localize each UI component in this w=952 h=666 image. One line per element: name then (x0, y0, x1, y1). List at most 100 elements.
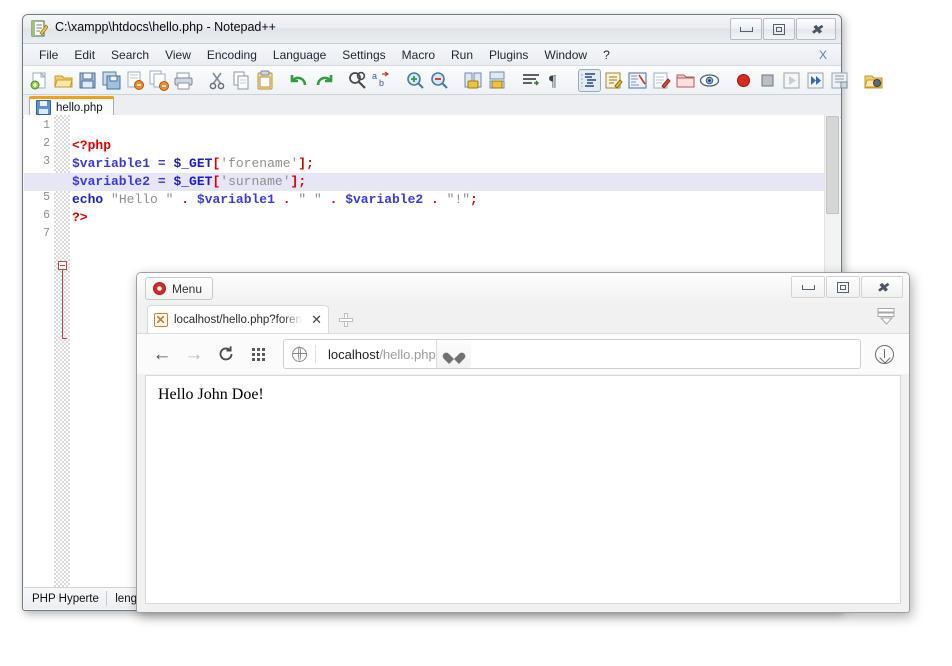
menu-item-help[interactable]: ? (595, 46, 618, 64)
code-line-4: $variable2 = $_GET['surname']; (70, 173, 840, 191)
url-host: localhost (328, 347, 379, 362)
opera-menu-label: Menu (172, 282, 202, 296)
code-token (275, 192, 283, 207)
maximize-icon (773, 24, 785, 35)
menu-item-macro[interactable]: Macro (394, 46, 443, 64)
menu-item-settings[interactable]: Settings (334, 46, 393, 64)
line-number: 3 (24, 155, 50, 168)
menu-item-encoding[interactable]: Encoding (199, 46, 265, 64)
redo-icon[interactable] (313, 70, 334, 91)
code-token: <?php (72, 138, 111, 153)
sync-vertical-scroll-icon[interactable] (463, 70, 484, 91)
notepad-titlebar[interactable]: C:\xampp\htdocs\hello.php - Notepad++ ✖ (23, 15, 841, 44)
close-file-icon[interactable] (125, 70, 146, 91)
save-macro-icon[interactable] (829, 70, 850, 91)
address-bar[interactable]: localhost/hello.php (283, 339, 861, 369)
address-bar-url[interactable]: localhost/hello.php (316, 347, 436, 362)
user-defined-language-icon[interactable] (603, 70, 624, 91)
run-macro-multiple-icon[interactable] (805, 70, 826, 91)
sync-horizontal-scroll-icon[interactable] (487, 70, 508, 91)
tab-close-button[interactable]: ✕ (309, 312, 322, 328)
desktop-background: C:\xampp\htdocs\hello.php - Notepad++ ✖ … (0, 0, 952, 666)
maximize-button[interactable] (826, 276, 860, 298)
line-number: 6 (24, 209, 50, 222)
paste-icon[interactable] (255, 70, 276, 91)
zoom-out-icon[interactable] (429, 70, 450, 91)
browser-tab-localhost[interactable]: localhost/hello.php?forena ✕ (147, 305, 329, 333)
menu-item-plugins[interactable]: Plugins (481, 46, 536, 64)
url-path: /hello.php (379, 347, 435, 362)
menu-item-view[interactable]: View (157, 46, 199, 64)
notepad-plus-plus-icon (31, 20, 48, 37)
back-arrow-icon[interactable]: ← (147, 339, 177, 369)
code-token: "!" (447, 192, 470, 207)
monitor-icon[interactable] (699, 70, 720, 91)
function-list-icon[interactable] (651, 70, 672, 91)
reload-icon[interactable] (211, 339, 241, 369)
playback-icon[interactable] (781, 70, 802, 91)
code-token: ] (298, 156, 306, 171)
minimize-button[interactable] (730, 18, 762, 40)
word-wrap-icon[interactable] (521, 70, 542, 91)
minimize-icon (740, 27, 753, 32)
replace-icon[interactable]: ab (371, 70, 392, 91)
opera-browser-window: Menu ✖ localhost/hello.php?forena ✕ (136, 272, 910, 613)
code-token: ?> (72, 210, 88, 225)
code-token: ; (470, 192, 478, 207)
menu-item-window[interactable]: Window (536, 46, 595, 64)
menu-item-run[interactable]: Run (443, 46, 481, 64)
heart-icon[interactable] (436, 340, 471, 368)
svg-text:b: b (379, 78, 384, 88)
code-token: ; (306, 156, 314, 171)
svg-text:¶: ¶ (549, 73, 557, 90)
undo-icon[interactable] (289, 70, 310, 91)
close-button[interactable]: ✖ (861, 276, 903, 298)
copy-icon[interactable] (231, 70, 252, 91)
menu-item-file[interactable]: File (31, 46, 66, 64)
opera-titlebar[interactable]: Menu ✖ (137, 273, 909, 303)
forward-arrow-icon[interactable]: → (179, 339, 209, 369)
menu-item-language[interactable]: Language (265, 46, 334, 64)
save-all-icon[interactable] (101, 70, 122, 91)
code-token (423, 192, 431, 207)
save-icon[interactable] (77, 70, 98, 91)
stop-recording-icon[interactable] (757, 70, 778, 91)
browser-page-content: Hello John Doe! (145, 375, 901, 604)
run-icon[interactable] (863, 70, 884, 91)
opera-menu-button[interactable]: Menu (145, 277, 213, 300)
indent-guide-icon[interactable] (579, 70, 600, 91)
code-token: . (283, 192, 291, 207)
heart-glyph (447, 348, 461, 361)
record-macro-icon[interactable] (733, 70, 754, 91)
menu-item-search[interactable]: Search (103, 46, 157, 64)
code-token: . (431, 192, 439, 207)
cut-icon[interactable] (207, 70, 228, 91)
tab-stack-menu-icon[interactable] (877, 308, 897, 326)
folder-as-workspace-icon[interactable] (675, 70, 696, 91)
close-button[interactable]: ✖ (796, 18, 836, 40)
close-document-button[interactable]: X (811, 46, 835, 63)
scrollbar-thumb[interactable] (826, 116, 839, 214)
grid-glyph (252, 348, 265, 361)
speed-dial-icon[interactable] (243, 339, 273, 369)
opera-window-controls: ✖ (790, 276, 903, 298)
find-icon[interactable] (347, 70, 368, 91)
zoom-in-icon[interactable] (405, 70, 426, 91)
arrow-right-glyph: → (185, 345, 204, 364)
show-all-characters-icon[interactable]: ¶ (545, 70, 566, 91)
new-file-icon[interactable] (29, 70, 50, 91)
maximize-button[interactable] (763, 18, 795, 40)
close-all-files-icon[interactable] (149, 70, 170, 91)
code-token: = (158, 156, 166, 171)
code-token (439, 192, 447, 207)
menu-item-edit[interactable]: Edit (66, 46, 103, 64)
code-token: . (181, 192, 189, 207)
new-tab-icon[interactable] (337, 311, 355, 329)
print-icon[interactable] (173, 70, 194, 91)
document-map-icon[interactable] (627, 70, 648, 91)
minimize-button[interactable] (791, 276, 825, 298)
code-token: $_GET (173, 174, 212, 189)
open-file-icon[interactable] (53, 70, 74, 91)
collapse-fold-icon[interactable] (58, 261, 67, 270)
download-icon[interactable] (869, 339, 899, 369)
